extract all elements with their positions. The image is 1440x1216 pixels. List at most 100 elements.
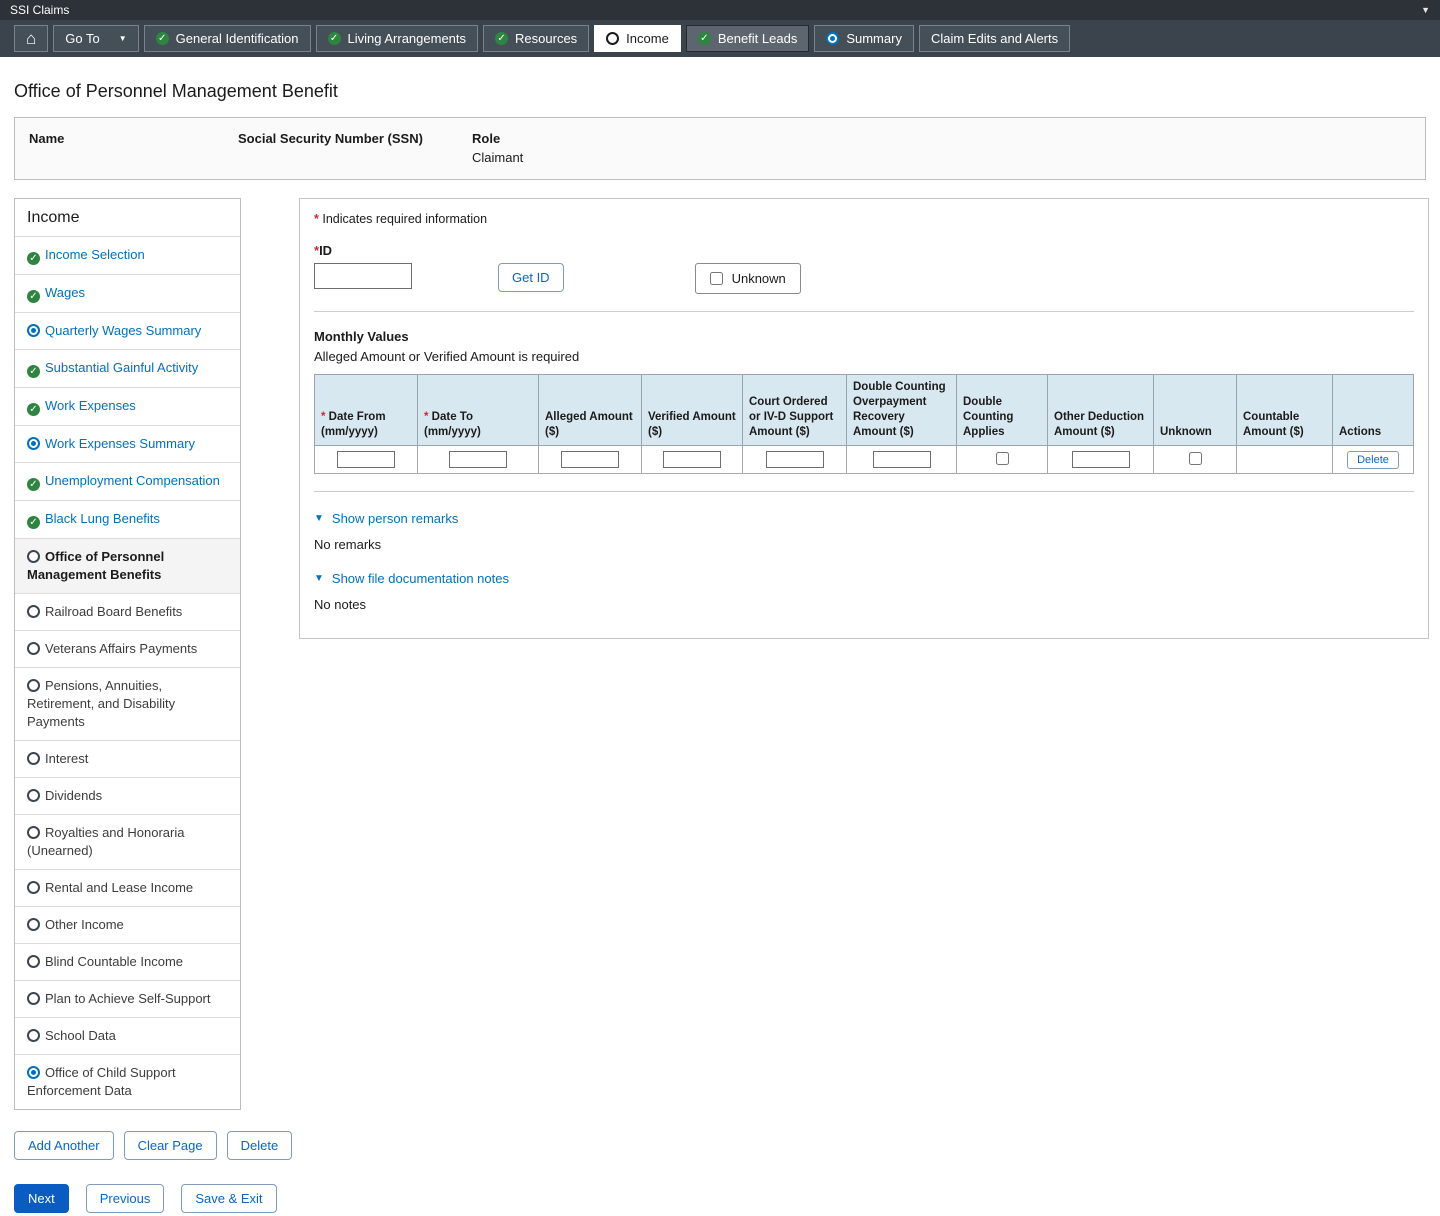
chevron-down-icon[interactable]: ▼	[1421, 5, 1430, 15]
cell-double-counting-applies	[957, 446, 1048, 474]
next-button[interactable]: Next	[14, 1184, 69, 1213]
not-started-icon	[27, 550, 40, 563]
cell-date-to-mm-yyyy	[418, 446, 539, 474]
required-asterisk: *	[321, 411, 325, 423]
col-verified-amount: Verified Amount ($)	[642, 375, 743, 446]
double_counting_applies-checkbox[interactable]	[996, 452, 1009, 465]
section-divider	[314, 491, 1414, 492]
get-id-button[interactable]: Get ID	[498, 263, 564, 292]
date_from-input[interactable]	[337, 451, 395, 468]
in-progress-icon	[826, 32, 839, 45]
tab-resources[interactable]: ✓Resources	[483, 25, 589, 52]
page-title: Office of Personnel Management Benefit	[14, 81, 1426, 102]
wizard-footer: Next Previous Save & Exit	[14, 1184, 1426, 1213]
icon-dot	[31, 1070, 36, 1075]
not-started-icon	[606, 32, 619, 45]
not-started-icon	[27, 642, 40, 655]
app-title: SSI Claims	[10, 3, 69, 17]
show-file-documentation-notes-toggle[interactable]: ▼ Show file documentation notes	[314, 571, 509, 586]
id-unknown-box[interactable]: Unknown	[695, 263, 801, 294]
add-another-button[interactable]: Add Another	[14, 1131, 114, 1160]
primary-nav: ⌂ Go To ▼ ✓General Identification✓Living Ar…	[0, 20, 1440, 57]
tab-benefit-leads[interactable]: ✓Benefit Leads	[686, 25, 810, 52]
verified_amount-input[interactable]	[663, 451, 721, 468]
tab-label: Resources	[515, 31, 577, 46]
other_deduction_amount-input[interactable]	[1072, 451, 1130, 468]
sidebar-item-plan-to-achieve-self-support[interactable]: Plan to Achieve Self-Support	[15, 980, 240, 1017]
sidebar-item-work-expenses[interactable]: ✓Work Expenses	[15, 387, 240, 425]
icon-dot	[31, 328, 36, 333]
sidebar-item-work-expenses-summary[interactable]: Work Expenses Summary	[15, 425, 240, 462]
not-started-icon	[27, 679, 40, 692]
unknown-checkbox[interactable]	[1189, 452, 1202, 465]
tab-label: Summary	[846, 31, 902, 46]
sidebar-item-quarterly-wages-summary[interactable]: Quarterly Wages Summary	[15, 312, 240, 349]
sidebar-item-substantial-gainful-activity[interactable]: ✓Substantial Gainful Activity	[15, 349, 240, 387]
court_ordered_amount-input[interactable]	[766, 451, 824, 468]
check-complete-icon: ✓	[27, 365, 40, 378]
cell-verified-amount	[642, 446, 743, 474]
sidebar-item-railroad-board-benefits[interactable]: Railroad Board Benefits	[15, 593, 240, 630]
id-row: Get ID Unknown	[314, 263, 1414, 294]
show-person-remarks-label: Show person remarks	[332, 511, 458, 526]
required-asterisk: *	[424, 411, 428, 423]
role-value: Claimant	[472, 150, 1411, 165]
table-header-row: * Date From (mm/yyyy)* Date To (mm/yyyy)…	[315, 375, 1414, 446]
home-icon: ⌂	[26, 30, 36, 47]
sidebar-item-interest[interactable]: Interest	[15, 740, 240, 777]
sidebar-item-dividends[interactable]: Dividends	[15, 777, 240, 814]
alleged_amount-input[interactable]	[561, 451, 619, 468]
sidebar-item-blind-countable-income[interactable]: Blind Countable Income	[15, 943, 240, 980]
main-layout: Income ✓Income Selection✓WagesQuarterly …	[14, 198, 1426, 1110]
sidebar-item-royalties-and-honoraria-unearned[interactable]: Royalties and Honoraria (Unearned)	[15, 814, 240, 869]
icon-dot	[31, 441, 36, 446]
sidebar-item-unemployment-compensation[interactable]: ✓Unemployment Compensation	[15, 462, 240, 500]
sidebar-title: Income	[15, 199, 240, 236]
cell-alleged-amount	[539, 446, 642, 474]
sidebar-item-school-data[interactable]: School Data	[15, 1017, 240, 1054]
tab-label: Go To	[65, 31, 99, 46]
save-exit-button[interactable]: Save & Exit	[181, 1184, 276, 1213]
tab-general-identification[interactable]: ✓General Identification	[144, 25, 311, 52]
sidebar-item-pensions-annuities-retirement-and-disability-payments[interactable]: Pensions, Annuities, Retirement, and Dis…	[15, 667, 240, 740]
id-label-text: ID	[319, 243, 332, 258]
cell-date-from-mm-yyyy	[315, 446, 418, 474]
col-double-counting-overpayment-recovery-amount: Double Counting Overpayment Recovery Amo…	[847, 375, 957, 446]
check-complete-icon: ✓	[328, 32, 341, 45]
tab-income[interactable]: Income	[594, 25, 681, 52]
sidebar-item-income-selection[interactable]: ✓Income Selection	[15, 236, 240, 274]
page-content: Office of Personnel Management Benefit N…	[0, 81, 1440, 1213]
tab-home[interactable]: ⌂	[14, 25, 48, 52]
not-started-icon	[27, 826, 40, 839]
check-complete-icon: ✓	[156, 32, 169, 45]
previous-button[interactable]: Previous	[86, 1184, 165, 1213]
remarks-empty-text: No remarks	[314, 537, 1414, 552]
tab-claim-edits-and-alerts[interactable]: Claim Edits and Alerts	[919, 25, 1070, 52]
tab-go-to[interactable]: Go To ▼	[53, 25, 138, 52]
sidebar-item-wages[interactable]: ✓Wages	[15, 274, 240, 312]
clear-page-button[interactable]: Clear Page	[124, 1131, 217, 1160]
double_counting_recovery_amount-input[interactable]	[873, 451, 931, 468]
sidebar-item-office-of-child-support-enforcement-data[interactable]: Office of Child Support Enforcement Data	[15, 1054, 240, 1109]
id-input[interactable]	[314, 263, 412, 289]
not-started-icon	[27, 789, 40, 802]
section-divider	[314, 311, 1414, 312]
show-person-remarks-toggle[interactable]: ▼ Show person remarks	[314, 511, 458, 526]
sidebar-item-black-lung-benefits[interactable]: ✓Black Lung Benefits	[15, 500, 240, 538]
sidebar-item-rental-and-lease-income[interactable]: Rental and Lease Income	[15, 869, 240, 906]
tab-living-arrangements[interactable]: ✓Living Arrangements	[316, 25, 479, 52]
monthly-values-table: * Date From (mm/yyyy)* Date To (mm/yyyy)…	[314, 374, 1414, 474]
row-delete-button[interactable]: Delete	[1347, 451, 1399, 469]
cell-double-counting-overpayment-recovery-amount	[847, 446, 957, 474]
sidebar-item-list: ✓Income Selection✓WagesQuarterly Wages S…	[15, 236, 240, 1109]
id-unknown-checkbox[interactable]	[710, 272, 723, 285]
sidebar-item-office-of-personnel-management-benefits[interactable]: Office of Personnel Management Benefits	[15, 538, 240, 593]
cell-unknown	[1154, 446, 1237, 474]
chevron-down-icon: ▼	[119, 34, 127, 43]
sidebar-item-other-income[interactable]: Other Income	[15, 906, 240, 943]
sidebar-item-veterans-affairs-payments[interactable]: Veterans Affairs Payments	[15, 630, 240, 667]
date_to-input[interactable]	[449, 451, 507, 468]
delete-button[interactable]: Delete	[227, 1131, 293, 1160]
person-summary: Name Social Security Number (SSN) Role C…	[14, 117, 1426, 180]
tab-summary[interactable]: Summary	[814, 25, 914, 52]
